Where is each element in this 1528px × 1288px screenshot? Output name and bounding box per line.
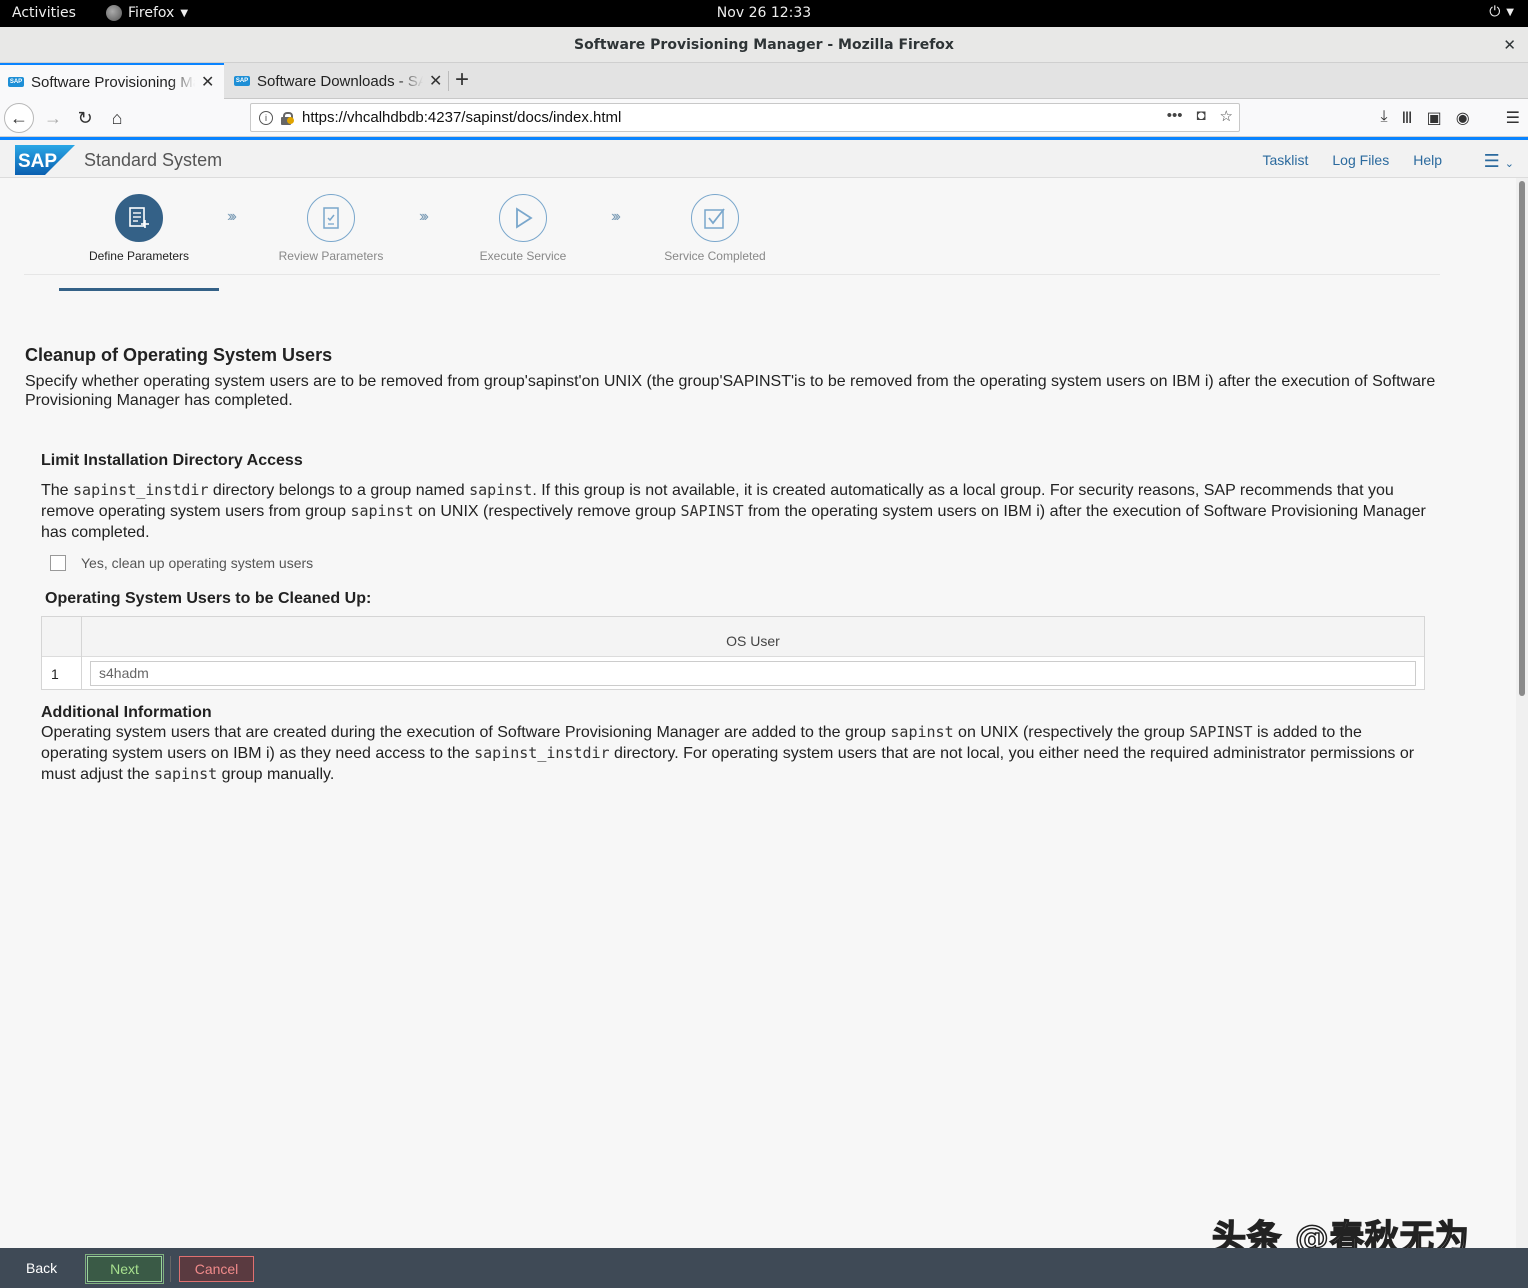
help-link[interactable]: Help bbox=[1413, 152, 1442, 168]
app-menu-label: Firefox bbox=[128, 5, 175, 21]
log-files-link[interactable]: Log Files bbox=[1332, 152, 1389, 168]
activities-button[interactable]: Activities bbox=[12, 5, 76, 21]
app-menu-button[interactable]: Firefox ▼ bbox=[106, 5, 188, 21]
cleanup-checkbox[interactable] bbox=[50, 555, 66, 571]
scrollbar-thumb[interactable] bbox=[1519, 181, 1525, 696]
tab-software-provisioning[interactable]: SAP Software Provisioning Manager ✕ bbox=[0, 63, 224, 99]
sap-logo-icon: SAP bbox=[15, 145, 75, 175]
sap-logo-text: SAP bbox=[18, 151, 57, 172]
document-check-icon bbox=[307, 194, 355, 242]
step-label: Define Parameters bbox=[88, 249, 190, 263]
step-label: Execute Service bbox=[479, 249, 567, 263]
reload-icon[interactable]: ↻ bbox=[70, 103, 100, 133]
page-actions-icon[interactable]: ••• bbox=[1167, 107, 1183, 125]
play-icon bbox=[499, 194, 547, 242]
active-step-indicator bbox=[59, 288, 219, 291]
system-menu-button[interactable]: ⏻ ▼ bbox=[1489, 4, 1514, 20]
tab-close-icon[interactable]: ✕ bbox=[429, 71, 442, 91]
shell-menu-icon[interactable]: ☰ ⌄ bbox=[1484, 151, 1514, 172]
footer-separator bbox=[170, 1256, 171, 1282]
chevrons-right-icon: ››› bbox=[611, 208, 621, 225]
section-paragraph: Operating system users that are created … bbox=[41, 723, 1415, 783]
additional-info-section: Additional Information Operating system … bbox=[41, 704, 1431, 785]
form-icon bbox=[115, 194, 163, 242]
next-button[interactable]: Next bbox=[85, 1254, 164, 1284]
page-title: Cleanup of Operating System Users bbox=[25, 345, 333, 365]
chevrons-right-icon: ››› bbox=[227, 208, 237, 225]
section-heading: Additional Information bbox=[41, 704, 212, 721]
cleanup-checkbox-row[interactable]: Yes, clean up operating system users bbox=[50, 555, 313, 571]
step-execute-service[interactable]: Execute Service bbox=[443, 194, 603, 263]
back-button[interactable]: Back bbox=[26, 1256, 57, 1282]
wizard-footer: Back Next Cancel bbox=[0, 1248, 1528, 1288]
row-number: 1 bbox=[42, 657, 82, 689]
os-user-field[interactable]: s4hadm bbox=[90, 661, 1416, 686]
library-icon[interactable]: Ⅲ bbox=[1402, 108, 1413, 128]
download-icon[interactable]: ⤓ bbox=[1380, 108, 1387, 128]
power-icon: ⏻ bbox=[1489, 4, 1501, 20]
window-title: Software Provisioning Manager - Mozilla … bbox=[574, 37, 954, 53]
sidebar-icon[interactable]: ▣ bbox=[1427, 108, 1442, 128]
step-label: Service Completed bbox=[664, 249, 766, 263]
url-text[interactable]: https://vhcalhdbdb:4237/sapinst/docs/ind… bbox=[302, 109, 621, 126]
caret-down-icon: ▼ bbox=[1506, 6, 1514, 18]
row-number-header bbox=[42, 617, 82, 657]
step-service-completed[interactable]: Service Completed bbox=[635, 194, 795, 263]
tab-title: Software Provisioning Manager bbox=[31, 73, 195, 91]
home-icon[interactable]: ⌂ bbox=[102, 103, 132, 133]
back-arrow-icon[interactable]: ← bbox=[4, 103, 34, 133]
sap-shell-header: SAP Standard System Tasklist Log Files H… bbox=[0, 137, 1528, 178]
forward-arrow-icon[interactable]: → bbox=[38, 103, 68, 133]
window-close-icon[interactable]: ✕ bbox=[1503, 36, 1516, 54]
warning-badge-icon bbox=[287, 117, 294, 124]
tab-software-downloads[interactable]: SAP Software Downloads - SAP ONE Support… bbox=[226, 63, 448, 99]
checkmark-icon bbox=[691, 194, 739, 242]
step-review-parameters[interactable]: Review Parameters bbox=[251, 194, 411, 263]
hamburger-menu-icon[interactable]: ☰ bbox=[1506, 108, 1520, 128]
page-description: Specify whether operating system users a… bbox=[25, 373, 1436, 409]
table-row: 1 s4hadm bbox=[42, 657, 1424, 689]
sap-favicon-icon: SAP bbox=[8, 77, 24, 87]
new-tab-icon[interactable]: + bbox=[455, 66, 469, 94]
cancel-button[interactable]: Cancel bbox=[179, 1256, 254, 1282]
limit-access-section: Limit Installation Directory Access The … bbox=[41, 452, 1431, 543]
tasklist-link[interactable]: Tasklist bbox=[1262, 152, 1308, 168]
tab-title: Software Downloads - SAP ONE Support Lau… bbox=[257, 72, 423, 90]
wizard-roadmap: Define Parameters ››› Review Parameters … bbox=[24, 178, 1440, 291]
sap-favicon-icon: SAP bbox=[234, 76, 250, 86]
tab-separator bbox=[448, 71, 449, 91]
tab-strip: SAP Software Provisioning Manager ✕ SAP … bbox=[0, 63, 1528, 99]
info-icon[interactable]: i bbox=[259, 110, 273, 125]
section-heading: Limit Installation Directory Access bbox=[41, 452, 303, 469]
checkbox-label[interactable]: Yes, clean up operating system users bbox=[81, 555, 313, 571]
step-define-parameters[interactable]: Define Parameters bbox=[59, 194, 219, 291]
gnome-top-bar: Activities Firefox ▼ Nov 26 12:33 ⏻ ▼ bbox=[0, 0, 1528, 27]
step-label: Review Parameters bbox=[278, 249, 384, 263]
navigation-toolbar: ← → ↻ ⌂ i https://vhcalhdbdb:4237/sapins… bbox=[0, 99, 1528, 137]
tab-close-icon[interactable]: ✕ bbox=[201, 72, 214, 92]
url-bar[interactable]: i https://vhcalhdbdb:4237/sapinst/docs/i… bbox=[250, 103, 1240, 132]
clock[interactable]: Nov 26 12:33 bbox=[717, 5, 811, 21]
app-title: Standard System bbox=[84, 150, 223, 170]
table-header: OS User bbox=[42, 617, 1424, 657]
os-users-table: OS User 1 s4hadm bbox=[41, 616, 1425, 690]
table-title: Operating System Users to be Cleaned Up: bbox=[45, 590, 372, 607]
section-paragraph: The sapinst_instdir directory belongs to… bbox=[41, 481, 1426, 541]
vertical-scrollbar[interactable] bbox=[1516, 178, 1528, 1248]
account-icon[interactable]: ◉ bbox=[1456, 108, 1470, 128]
page-header: Cleanup of Operating System Users Specif… bbox=[25, 345, 1510, 410]
column-header-os-user: OS User bbox=[726, 633, 780, 649]
chevrons-right-icon: ››› bbox=[419, 208, 429, 225]
firefox-icon bbox=[106, 5, 122, 21]
bookmark-star-icon[interactable]: ☆ bbox=[1220, 107, 1233, 125]
toolbar-divider bbox=[1484, 108, 1492, 128]
caret-down-icon: ▼ bbox=[180, 7, 189, 19]
window-titlebar: Software Provisioning Manager - Mozilla … bbox=[0, 27, 1528, 63]
pocket-icon[interactable]: ◘ bbox=[1196, 107, 1205, 125]
